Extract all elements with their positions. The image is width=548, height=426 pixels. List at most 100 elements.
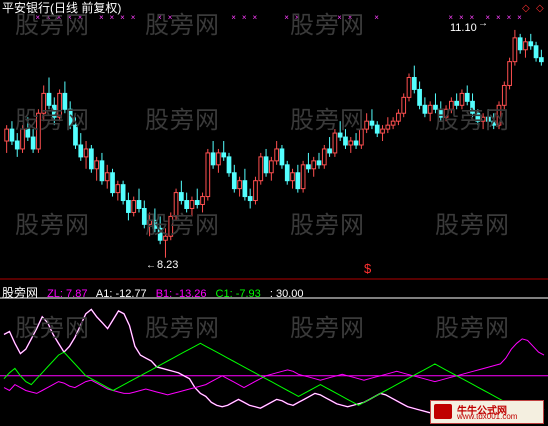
- candle-body: [406, 77, 412, 98]
- legend-c1: C1: -7.93: [215, 288, 261, 300]
- candle-body: [512, 37, 518, 63]
- candle-body: [295, 172, 301, 190]
- high-arrow-icon: →: [478, 18, 488, 29]
- candle-body: [179, 192, 184, 202]
- diamond-icon: ◇: [522, 3, 530, 14]
- candle-body: [216, 152, 221, 166]
- legend-b1: B1: -13.26: [155, 288, 207, 300]
- candle-body: [205, 152, 211, 198]
- candle-body: [321, 148, 327, 166]
- signal-marker: ×: [284, 13, 289, 22]
- candle-body: [517, 37, 523, 51]
- candle-body: [290, 172, 295, 182]
- candle-body: [343, 136, 348, 146]
- indicator-name: 股旁网: [2, 286, 39, 300]
- candle-body: [83, 148, 89, 158]
- candle-body: [89, 148, 94, 170]
- signal-marker: ×: [507, 13, 512, 22]
- candle-body: [221, 152, 227, 158]
- series-line-b1: [3, 338, 545, 396]
- candle-body: [274, 148, 280, 162]
- candle-body: [411, 77, 417, 90]
- signal-marker: ×: [252, 13, 257, 22]
- candle-body: [14, 140, 20, 150]
- low-arrow-icon: ←: [146, 260, 156, 271]
- watermark: 股旁网: [145, 211, 220, 239]
- candle-body: [263, 156, 269, 174]
- candle-body: [30, 136, 36, 150]
- candle-body: [528, 41, 534, 47]
- watermark: 股旁网: [290, 211, 365, 239]
- candle-body: [131, 200, 137, 213]
- candle-body: [226, 156, 232, 174]
- signal-marker: ×: [459, 13, 464, 22]
- indicator-legend: 股旁网 ZL: 7.87 A1: -12.77 B1: -13.26 C1: -…: [2, 284, 310, 301]
- candle-body: [523, 41, 528, 51]
- candle-body: [374, 124, 380, 134]
- signal-marker: ×: [374, 13, 379, 22]
- candle-body: [200, 196, 205, 206]
- candle-body: [311, 160, 317, 170]
- watermark: 股旁网: [435, 211, 510, 239]
- candle-body: [332, 132, 338, 154]
- candle-body: [353, 140, 359, 146]
- candle-body: [422, 104, 428, 114]
- candle-body: [237, 180, 242, 190]
- watermark: 股旁网: [15, 314, 90, 342]
- legend-level: : 30.00: [269, 288, 304, 300]
- legend-zl: ZL: 7.87: [47, 288, 88, 300]
- candle-body: [253, 180, 258, 202]
- candle-body: [396, 112, 401, 122]
- candle-body: [78, 144, 84, 158]
- candle-body: [247, 196, 253, 202]
- candle-body: [306, 164, 311, 170]
- candle-body: [539, 57, 544, 63]
- chart-title: 平安银行(日线 前复权): [2, 1, 122, 15]
- candle-body: [533, 45, 539, 59]
- watermark: 股旁网: [15, 106, 90, 134]
- candle-body: [194, 200, 200, 206]
- candle-body: [269, 160, 274, 174]
- watermark: 股旁网: [15, 211, 90, 239]
- candle-body: [427, 104, 433, 114]
- watermark: 股旁网: [290, 314, 365, 342]
- candle-body: [369, 120, 375, 126]
- site-logo: 牛牛公式网 www.tdx001.com: [430, 400, 544, 424]
- signal-marker: ×: [131, 13, 136, 22]
- candle-body: [9, 128, 15, 142]
- watermark: 股旁网: [290, 11, 365, 39]
- diamond-icon: ◇: [536, 3, 544, 14]
- logo-mark-icon: [434, 404, 452, 419]
- watermark: 股旁网: [290, 106, 365, 134]
- high-price-label: 11.10: [450, 22, 477, 34]
- candle-body: [4, 128, 9, 142]
- candle-body: [231, 172, 237, 190]
- candle-body: [99, 160, 105, 182]
- candle-body: [380, 128, 385, 134]
- candle-body: [258, 156, 264, 182]
- watermark: 股旁网: [145, 314, 220, 342]
- signal-marker: ×: [470, 13, 475, 22]
- candle-body: [401, 96, 407, 114]
- event-marker-icon: $: [364, 261, 372, 276]
- candle-body: [279, 148, 285, 166]
- candle-body: [104, 172, 110, 182]
- candle-body: [327, 148, 332, 154]
- candle-body: [242, 180, 248, 198]
- candle-body: [390, 120, 396, 126]
- signal-marker: ×: [231, 13, 236, 22]
- legend-a1: A1: -12.77: [95, 288, 147, 300]
- candle-body: [136, 200, 142, 209]
- candle-body: [300, 164, 306, 190]
- candle-body: [316, 160, 322, 166]
- watermark: 股旁网: [145, 106, 220, 134]
- watermark: 股旁网: [145, 11, 220, 39]
- signal-marker: ×: [448, 13, 453, 22]
- candle-body: [364, 120, 370, 130]
- candle-body: [348, 140, 354, 146]
- candle-body: [94, 160, 100, 170]
- signal-marker: ×: [496, 13, 501, 22]
- candle-body: [417, 88, 422, 106]
- candle-body: [110, 172, 115, 194]
- signal-marker: ×: [242, 13, 247, 22]
